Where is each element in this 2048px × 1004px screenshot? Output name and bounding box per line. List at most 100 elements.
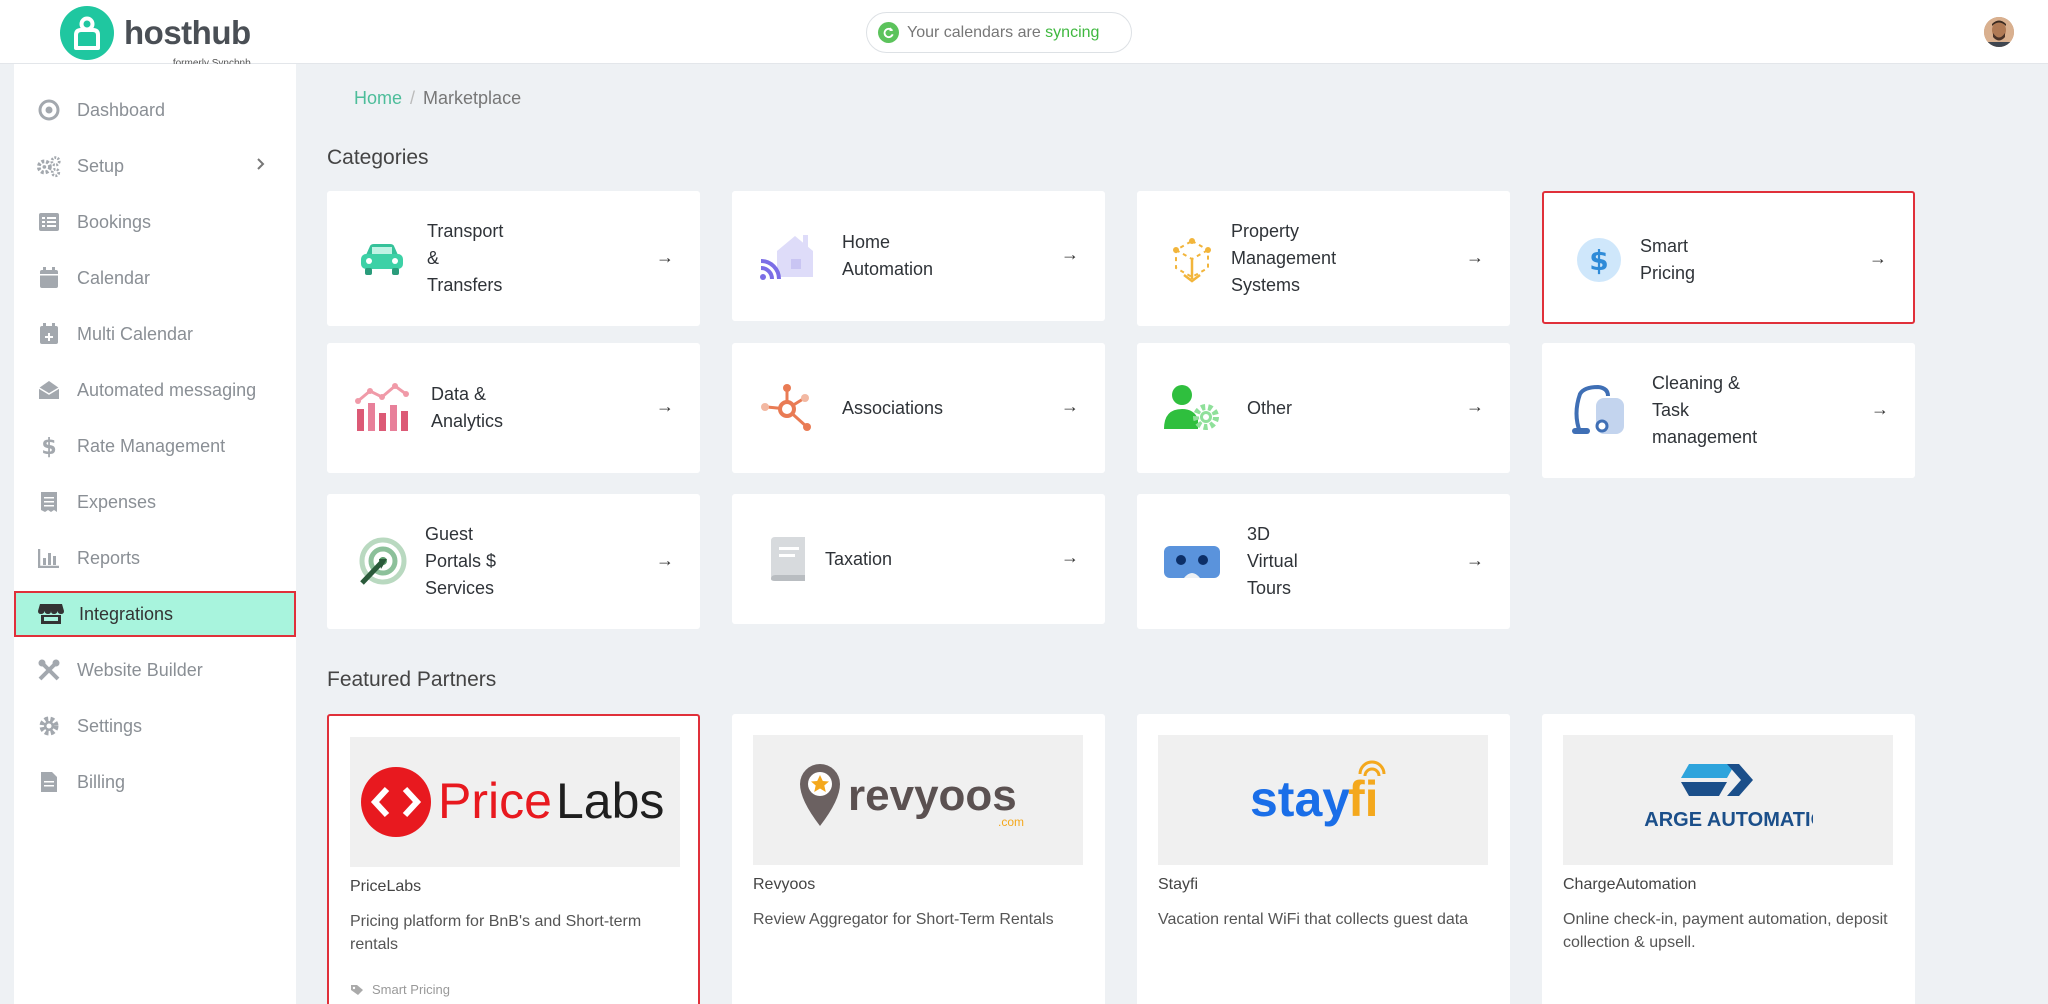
categories-title: Categories (327, 146, 429, 169)
sidebar-item-rate-management[interactable]: $ Rate Management (14, 423, 296, 469)
partner-card-stayfi[interactable]: stay fi Stayfi Vacation rental WiFi that co… (1137, 714, 1510, 1004)
envelope-open-icon (36, 377, 62, 403)
user-avatar[interactable] (1984, 17, 2014, 47)
sidebar-item-multi-calendar[interactable]: Multi Calendar (14, 311, 296, 357)
sync-status-pill[interactable]: Your calendars are syncing (866, 12, 1132, 53)
sync-text: Your calendars are (907, 23, 1046, 41)
partner-tag-label: Smart Pricing (372, 982, 451, 997)
arrow-right-icon: → (1061, 396, 1079, 416)
category-label: Home Automation (842, 229, 933, 283)
category-label: Property Management Systems (1231, 218, 1336, 299)
sidebar-item-reports[interactable]: Reports (14, 535, 296, 581)
sidebar-item-label: Settings (77, 715, 143, 736)
category-card-transport-transfers[interactable]: Transport & Transfers → (327, 191, 700, 326)
gear-icon (36, 713, 62, 739)
arrow-right-icon: → (1871, 398, 1889, 419)
partner-description: Vacation rental WiFi that collects guest… (1158, 911, 1469, 928)
category-label-line: Guest (425, 524, 474, 544)
sidebar-item-calendar[interactable]: Calendar (14, 255, 296, 301)
store-icon (38, 601, 64, 627)
category-card-other[interactable]: Other → (1137, 343, 1510, 473)
book-icon (756, 534, 818, 584)
svg-text:.com: .com (998, 815, 1024, 829)
category-card-data-analytics[interactable]: Data & Analytics → (327, 343, 700, 473)
car-icon (351, 234, 413, 284)
smart-home-icon (756, 231, 818, 281)
list-icon (36, 209, 62, 235)
sidebar-item-integrations[interactable]: Integrations (14, 591, 296, 637)
partner-tag[interactable]: Smart Pricing (350, 982, 450, 997)
partner-logo: stay fi (1158, 735, 1488, 865)
partner-name: PriceLabs (350, 878, 422, 895)
breadcrumb-current: Marketplace (423, 88, 522, 108)
analytics-chart-icon (351, 383, 413, 433)
category-label-line: Systems (1231, 275, 1301, 295)
partner-card-pricelabs[interactable]: Price Labs PriceLabs Pricing platform for B… (327, 714, 700, 1004)
category-label-line: Transport (427, 221, 504, 241)
category-label: 3D Virtual Tours (1247, 521, 1298, 602)
breadcrumb-home-link[interactable]: Home (354, 88, 402, 108)
category-card-3d-virtual-tours[interactable]: 3D Virtual Tours → (1137, 494, 1510, 629)
sidebar-item-label: Calendar (77, 267, 151, 288)
svg-text:$: $ (41, 435, 56, 458)
partner-description: Review Aggregator for Short-Term Rentals (753, 911, 1054, 928)
partner-name: ChargeAutomation (1563, 876, 1697, 893)
category-label: Smart Pricing (1640, 233, 1695, 287)
sidebar-item-billing[interactable]: Billing (14, 759, 296, 805)
sidebar-item-dashboard[interactable]: Dashboard (14, 87, 296, 133)
chevron-right-icon (256, 157, 266, 176)
arrow-right-icon: → (1061, 547, 1079, 567)
category-label-line: Tours (1247, 578, 1292, 598)
partner-name: Stayfi (1158, 876, 1199, 893)
tag-icon (350, 984, 364, 996)
category-card-associations[interactable]: Associations → (732, 343, 1105, 473)
sidebar-item-label: Website Builder (77, 659, 203, 680)
sidebar-item-label: Reports (77, 547, 141, 568)
category-card-cleaning-task-management[interactable]: Cleaning & Task management → (1542, 343, 1915, 478)
receipt-icon (36, 489, 62, 515)
svg-text:fi: fi (1348, 771, 1379, 827)
category-label-line: Data & (431, 384, 487, 404)
arrow-right-icon: → (656, 246, 674, 267)
category-card-guest-portals-services[interactable]: Guest Portals $ Services → (327, 494, 700, 629)
partner-card-revyoos[interactable]: revyoos .com Revyoos Review Aggregator for … (732, 714, 1105, 1004)
svg-text:Labs: Labs (556, 773, 664, 829)
category-label-line: Property (1231, 221, 1300, 241)
category-label-line: Taxation (825, 548, 893, 569)
category-card-smart-pricing[interactable]: $ Smart Pricing → (1542, 191, 1915, 324)
cube-network-icon (1161, 234, 1223, 284)
user-gear-icon (1161, 383, 1223, 433)
svg-text:revyoos: revyoos (848, 771, 1017, 820)
sidebar-item-expenses[interactable]: Expenses (14, 479, 296, 525)
sidebar-item-website-builder[interactable]: Website Builder (14, 647, 296, 693)
category-label-line: Automation (842, 259, 934, 279)
gears-icon (36, 153, 62, 179)
sync-status: syncing (1045, 23, 1100, 41)
category-label-line: Services (425, 578, 495, 598)
category-label-line: & (427, 248, 440, 268)
vr-headset-icon (1161, 537, 1223, 587)
svg-text:stay: stay (1250, 771, 1350, 827)
sidebar-item-label: Setup (77, 155, 125, 176)
sidebar-item-setup[interactable]: Setup (14, 143, 296, 189)
calendar-plus-icon (36, 321, 62, 347)
sidebar-item-settings[interactable]: Settings (14, 703, 296, 749)
partner-card-chargeautomation[interactable]: CHARGE AUTOMATION ChargeAutomation Online … (1542, 714, 1915, 1004)
arrow-right-icon: → (1466, 396, 1484, 416)
svg-text:Price: Price (438, 773, 552, 829)
category-label-line: Management (1231, 248, 1337, 268)
partner-description: Pricing platform for BnB's and Short-ter… (350, 913, 642, 953)
category-label: Other (1247, 395, 1292, 422)
sidebar-item-automated-messaging[interactable]: Automated messaging (14, 367, 296, 413)
sync-icon (878, 22, 899, 43)
category-card-taxation[interactable]: Taxation → (732, 494, 1105, 624)
category-card-home-automation[interactable]: Home Automation → (732, 191, 1105, 321)
brand-logo[interactable]: hosthub formerly Syncbnb (60, 6, 251, 69)
sidebar-item-label: Multi Calendar (77, 323, 194, 344)
vacuum-icon (1566, 384, 1628, 436)
sidebar-item-bookings[interactable]: Bookings (14, 199, 296, 245)
dollar-coin-icon: $ (1568, 235, 1630, 285)
category-card-property-management-systems[interactable]: Property Management Systems → (1137, 191, 1510, 326)
svg-text:CHARGE AUTOMATION: CHARGE AUTOMATION (1643, 809, 1813, 831)
arrow-right-icon: → (1869, 247, 1887, 268)
